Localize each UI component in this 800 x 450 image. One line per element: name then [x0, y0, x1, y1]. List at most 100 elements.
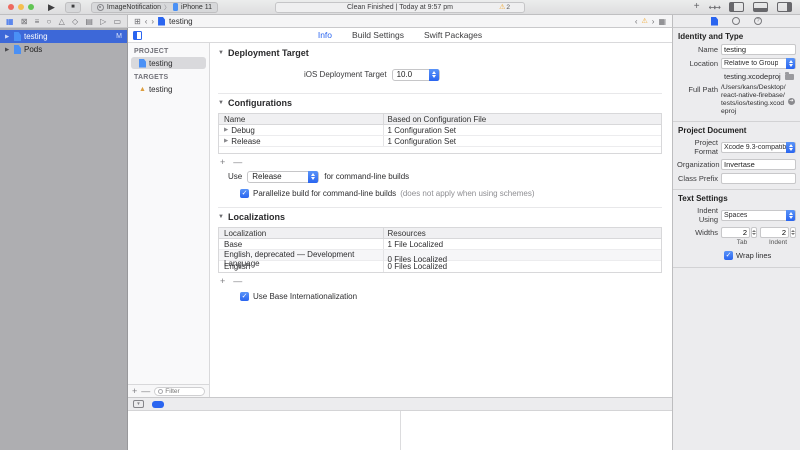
indent-width-stepper[interactable] — [790, 227, 796, 238]
breakpoint-navigator-icon[interactable]: ▷ — [100, 17, 106, 26]
tab-overview-icon[interactable]: ⊞ — [134, 17, 141, 26]
hide-project-sidebar-icon[interactable] — [133, 31, 142, 40]
library-add-button[interactable]: + — [694, 2, 700, 12]
navigator-item-pods[interactable]: ▶ Pods — [0, 43, 127, 56]
identity-and-type-section: Identity and Type Name Location Relative… — [673, 28, 800, 122]
toggle-debug-area-button[interactable] — [753, 2, 768, 12]
ios-deployment-target-select[interactable]: 10.0 — [392, 69, 440, 81]
go-forward-icon[interactable]: › — [151, 17, 154, 26]
quick-help-inspector-icon[interactable]: ? — [754, 17, 762, 25]
indent-using-select[interactable]: Spaces — [721, 210, 796, 221]
symbol-navigator-icon[interactable]: ≡ — [35, 17, 40, 26]
tab-width-stepper[interactable] — [751, 227, 757, 238]
history-inspector-icon[interactable] — [732, 17, 740, 25]
disclosure-triangle-icon[interactable]: ▶ — [5, 34, 11, 40]
tab-caption: Tab — [724, 239, 760, 246]
configurations-table: Name Based on Configuration File ▶ Debug… — [218, 113, 662, 154]
table-row-english[interactable]: English 0 Files Localized — [219, 261, 661, 272]
parallelize-label: Parallelize build for command-line build… — [253, 189, 396, 198]
disclosure-triangle-icon[interactable]: ▶ — [5, 47, 11, 53]
filter-input[interactable] — [165, 388, 201, 395]
full-path-value: /Users/kans/Desktop/react-native-firebas… — [721, 84, 786, 116]
issue-warning-icon[interactable]: ⚠ — [641, 18, 647, 25]
file-inspector-icon[interactable] — [711, 17, 718, 26]
find-navigator-icon[interactable]: ○ — [47, 17, 52, 26]
section-disclosure-icon[interactable]: ▼ — [218, 100, 224, 106]
section-disclosure-icon[interactable]: ▼ — [218, 214, 224, 220]
report-navigator-icon[interactable]: ▭ — [113, 17, 121, 26]
tab-build-settings[interactable]: Build Settings — [352, 30, 404, 40]
parallelize-note: (does not apply when using schemes) — [400, 189, 534, 198]
remove-configuration-button[interactable]: — — [233, 158, 242, 167]
inspector-selector-bar: ? — [672, 15, 800, 28]
column-header-file: Based on Configuration File — [383, 114, 661, 124]
command-line-config-select[interactable]: Release — [247, 171, 319, 183]
targets-header: TARGETS — [128, 69, 209, 83]
disclosure-triangle-icon[interactable]: ▶ — [224, 138, 228, 144]
tab-width-field[interactable] — [721, 227, 750, 238]
wrap-lines-label: Wrap lines — [736, 251, 771, 260]
issue-navigator-icon[interactable]: △ — [59, 17, 65, 26]
tab-swift-packages[interactable]: Swift Packages — [424, 30, 482, 40]
choose-folder-icon[interactable] — [785, 74, 794, 80]
name-field[interactable] — [721, 44, 796, 55]
minimize-window-button[interactable] — [18, 4, 24, 10]
warning-badge[interactable]: ⚠ 2 — [499, 4, 510, 11]
indent-width-field[interactable] — [760, 227, 789, 238]
debug-pane-divider[interactable] — [400, 411, 401, 450]
project-navigator-icon[interactable]: ▦ — [6, 17, 14, 26]
debug-navigator-icon[interactable]: ▤ — [85, 17, 93, 26]
table-row-english-deprecated[interactable]: English, deprecated — Development Langua… — [219, 250, 661, 261]
scheme-device-label: iPhone 11 — [181, 4, 212, 11]
name-label: Name — [677, 45, 721, 54]
filter-field[interactable] — [154, 387, 205, 396]
add-localization-button[interactable]: + — [220, 277, 225, 286]
organization-field[interactable] — [721, 159, 796, 170]
zoom-window-button[interactable] — [28, 4, 34, 10]
navigator-item-label: testing — [24, 32, 48, 41]
source-control-navigator-icon[interactable]: ⊠ — [21, 17, 28, 26]
table-row-release[interactable]: ▶ Release 1 Configuration Set — [219, 136, 661, 147]
remove-target-button[interactable]: — — [141, 387, 150, 396]
toggle-inspector-button[interactable] — [777, 2, 792, 12]
editor-options-icon[interactable]: ↤↦ — [709, 3, 720, 12]
next-issue-icon[interactable]: › — [652, 17, 655, 26]
add-editor-icon[interactable]: ▦ — [658, 17, 666, 26]
remove-localization-button[interactable]: — — [233, 277, 242, 286]
previous-issue-icon[interactable]: ‹ — [635, 17, 638, 26]
location-select[interactable]: Relative to Group — [721, 58, 796, 69]
table-row-base[interactable]: Base 1 File Localized — [219, 239, 661, 250]
jump-bar-file-name[interactable]: testing — [169, 17, 193, 26]
toggle-navigator-button[interactable] — [729, 2, 744, 12]
disclosure-triangle-icon[interactable]: ▶ — [224, 127, 228, 133]
class-prefix-field[interactable] — [721, 173, 796, 184]
add-configuration-button[interactable]: + — [220, 158, 225, 167]
sidebar-item-target-testing[interactable]: ▲ testing — [131, 83, 206, 95]
test-navigator-icon[interactable]: ◇ — [72, 17, 78, 26]
section-disclosure-icon[interactable]: ▼ — [218, 50, 224, 56]
window-titlebar: ▶ ■ ImageNotification 〉 iPhone 11 Clean … — [0, 0, 800, 15]
project-format-select[interactable]: Xcode 9.3-compatible — [721, 142, 796, 153]
stop-button[interactable]: ■ — [65, 2, 81, 13]
debug-filter-icon[interactable] — [152, 401, 164, 408]
section-title: Project Document — [678, 126, 796, 135]
base-internationalization-checkbox[interactable]: ✓ — [240, 292, 249, 301]
close-window-button[interactable] — [8, 4, 14, 10]
go-back-icon[interactable]: ‹ — [145, 17, 148, 26]
tab-info[interactable]: Info — [318, 30, 332, 40]
wrap-lines-checkbox[interactable]: ✓ — [724, 251, 733, 260]
sidebar-item-project-testing[interactable]: testing — [131, 57, 206, 69]
section-title: Deployment Target — [228, 48, 309, 58]
navigator-item-testing[interactable]: ▶ testing M — [0, 30, 127, 43]
selected-value: Spaces — [724, 212, 747, 219]
xcodeproj-file-name: testing.xcodeproj — [724, 72, 781, 81]
run-button[interactable]: ▶ — [48, 3, 55, 12]
table-row-debug[interactable]: ▶ Debug 1 Configuration Set — [219, 125, 661, 136]
goto-arrow-icon[interactable]: ➔ — [788, 98, 795, 105]
scheme-selector[interactable]: ImageNotification 〉 iPhone 11 — [91, 2, 218, 13]
parallelize-checkbox[interactable]: ✓ — [240, 189, 249, 198]
localization-resources: 0 Files Localized — [383, 261, 661, 272]
hide-debug-area-icon[interactable]: ▼ — [133, 400, 144, 408]
add-target-button[interactable]: + — [132, 387, 137, 396]
project-targets-sidebar: PROJECT testing TARGETS ▲ testing + — — [128, 43, 210, 397]
